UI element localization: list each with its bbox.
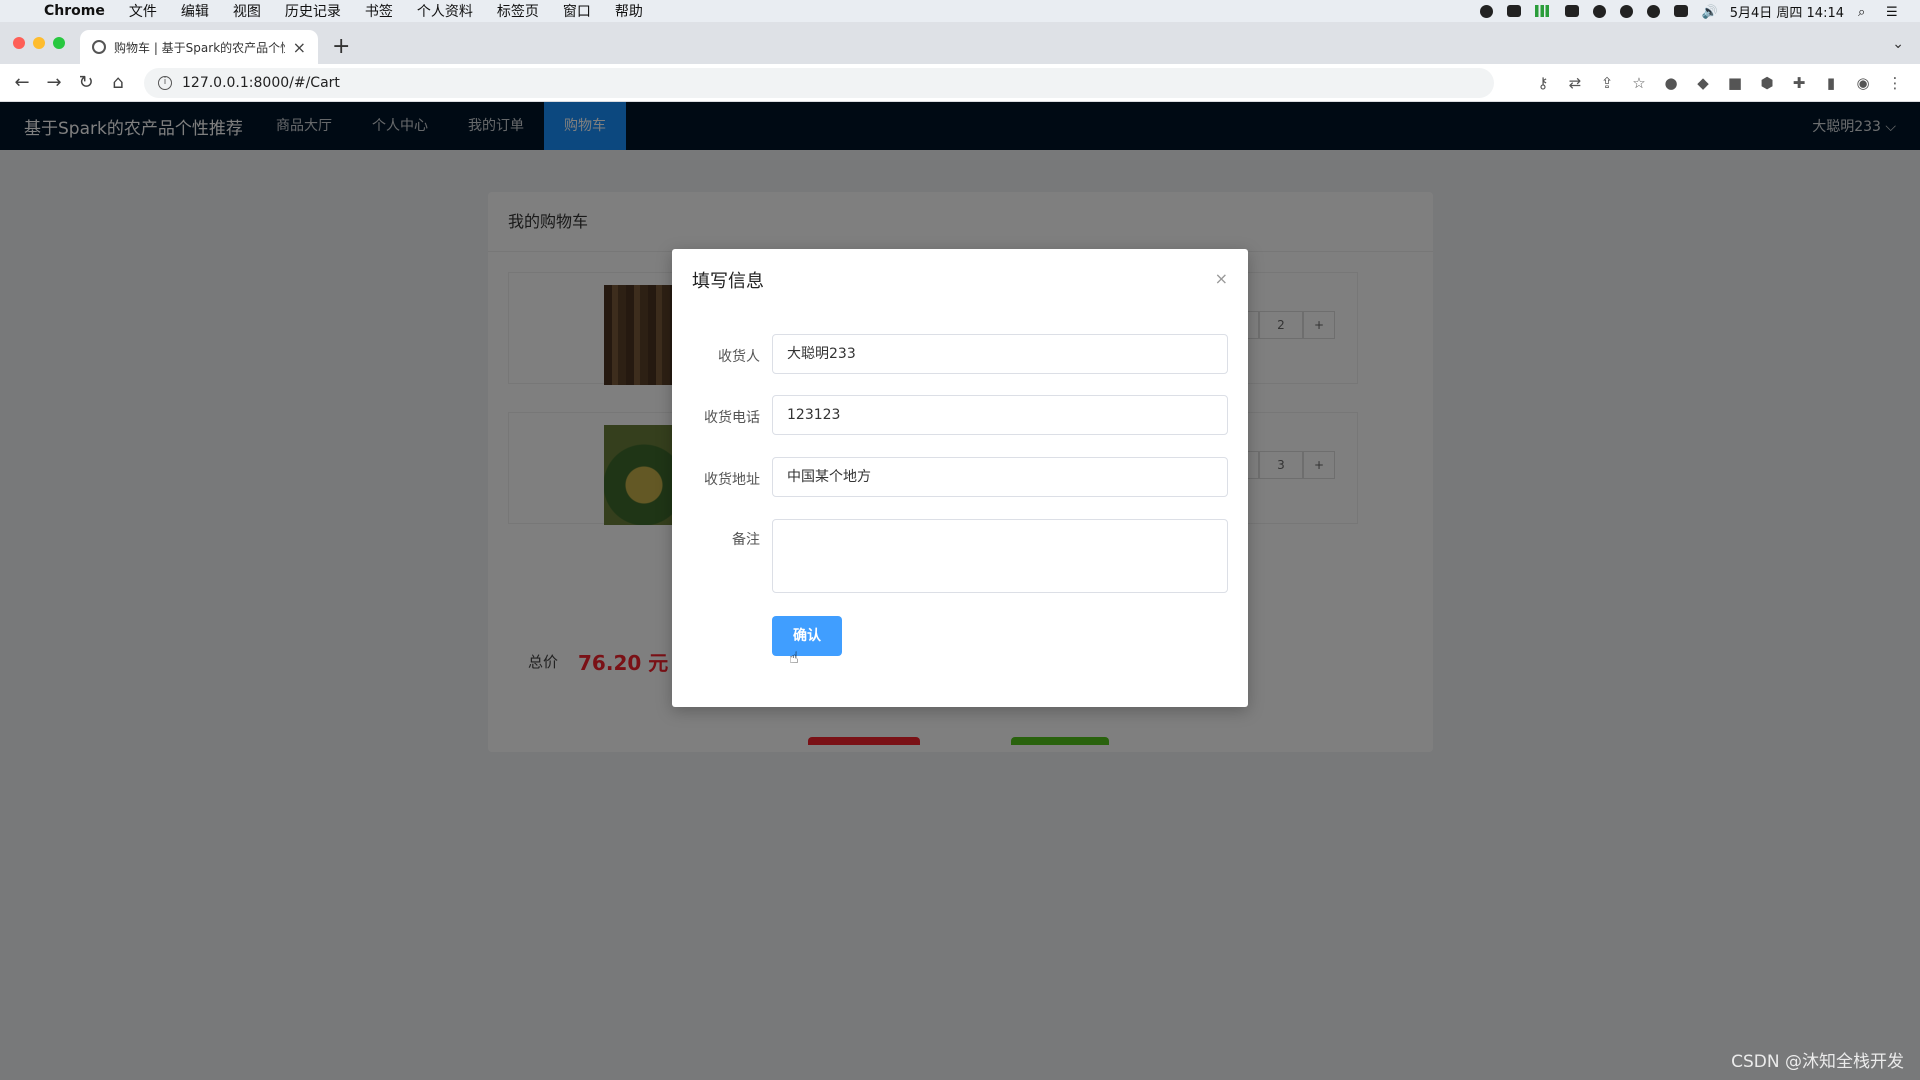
menu-edit[interactable]: 编辑 (181, 1, 209, 21)
bookmark-star-icon[interactable]: ☆ (1630, 74, 1648, 92)
browser-tab-active[interactable]: 购物车 | 基于Spark的农产品个性 × (80, 30, 318, 64)
profile-avatar-icon[interactable]: ◉ (1854, 74, 1872, 92)
close-window-button[interactable] (13, 37, 25, 49)
browser-toolbar: ← → ↻ ⌂ i 127.0.0.1:8000/#/Cart ⚷ ⇄ ⇪ ☆ … (0, 64, 1920, 102)
extension-c-icon[interactable]: ■ (1726, 74, 1744, 92)
home-icon[interactable]: ⌂ (102, 72, 134, 93)
browser-tab-strip: 购物车 | 基于Spark的农产品个性 × + ⌄ (0, 22, 1920, 64)
favicon-icon (92, 40, 106, 54)
address-url: 127.0.0.1:8000/#/Cart (182, 74, 340, 91)
menu-profile[interactable]: 个人资料 (417, 1, 473, 21)
dialog-title: 填写信息 (692, 271, 764, 292)
puzzle-extensions-icon[interactable]: ✚ (1790, 74, 1808, 92)
clock[interactable]: 5月4日 周四 14:14 (1730, 2, 1844, 21)
menu-history[interactable]: 历史记录 (285, 1, 341, 21)
menu-view[interactable]: 视图 (233, 1, 261, 21)
mac-menu-bar: Chrome 文件 编辑 视图 历史记录 书签 个人资料 标签页 窗口 帮助 🔊… (0, 0, 1920, 22)
extension-a-icon[interactable]: ● (1662, 74, 1680, 92)
menu-file[interactable]: 文件 (129, 1, 157, 21)
reload-icon[interactable]: ↻ (70, 72, 102, 93)
back-arrow-icon[interactable]: ← (6, 72, 38, 93)
footer-credit: CSDN @沐知全栈开发 (1731, 1052, 1904, 1072)
receiver-label: 收货人 (718, 349, 760, 365)
forward-arrow-icon[interactable]: → (38, 72, 70, 93)
menu-tabs[interactable]: 标签页 (497, 1, 539, 21)
control-center-icon[interactable]: ☰ (1886, 5, 1900, 20)
confirm-button[interactable]: 确认 (772, 616, 842, 656)
address-label: 收货地址 (704, 472, 760, 488)
close-icon[interactable]: × (1215, 269, 1228, 288)
translate-icon[interactable]: ⇄ (1566, 74, 1584, 92)
spotlight-search-icon[interactable]: ⌕ (1858, 5, 1872, 20)
gear-status-icon[interactable] (1479, 4, 1493, 18)
minimize-window-button[interactable] (33, 37, 45, 49)
window-controls (13, 37, 65, 49)
globe-status-icon[interactable] (1592, 4, 1606, 18)
key-icon[interactable]: ⚷ (1534, 74, 1552, 92)
phone-input[interactable]: 123123 (772, 395, 1228, 435)
phone-label: 收货电话 (704, 410, 760, 426)
extensions-area: ⚷ ⇄ ⇪ ☆ ● ◆ ■ ⬢ ✚ ▮ ◉ ⋮ (1534, 74, 1920, 92)
volume-icon[interactable]: 🔊 (1702, 5, 1718, 20)
menu-app-name[interactable]: Chrome (44, 3, 105, 19)
extension-b-icon[interactable]: ◆ (1694, 74, 1712, 92)
new-tab-icon[interactable]: + (332, 34, 350, 59)
input-method-icon[interactable] (1673, 5, 1688, 17)
address-input[interactable]: 中国某个地方 (772, 457, 1228, 497)
pointer-cursor-icon: ☝ (789, 648, 799, 667)
side-panel-icon[interactable]: ▮ (1822, 74, 1840, 92)
site-info-icon[interactable]: i (158, 75, 172, 90)
signal-icon[interactable] (1534, 5, 1551, 17)
tab-search-chevron-icon[interactable]: ⌄ (1892, 36, 1904, 52)
zoom-window-button[interactable] (53, 37, 65, 49)
more-menu-icon[interactable]: ⋮ (1886, 74, 1904, 92)
address-bar[interactable]: i 127.0.0.1:8000/#/Cart (144, 67, 1494, 98)
share-icon[interactable]: ⇪ (1598, 74, 1616, 92)
tab-title: 购物车 | 基于Spark的农产品个性 (114, 40, 285, 55)
app-status-icon[interactable] (1564, 5, 1579, 17)
note-label: 备注 (732, 532, 760, 548)
fill-info-dialog: 填写信息 × 收货人 大聪明233 收货电话 123123 收货地址 中国某个地… (672, 249, 1248, 707)
wechat-icon[interactable] (1619, 4, 1633, 18)
receiver-input[interactable]: 大聪明233 (772, 334, 1228, 374)
note-textarea[interactable] (772, 519, 1228, 593)
extension-d-icon[interactable]: ⬢ (1758, 74, 1776, 92)
close-tab-icon[interactable]: × (293, 38, 306, 57)
menu-help[interactable]: 帮助 (615, 1, 643, 21)
menu-bookmarks[interactable]: 书签 (365, 1, 393, 21)
record-status-icon[interactable] (1506, 5, 1521, 17)
wechat-alt-icon[interactable] (1646, 4, 1660, 18)
menu-window[interactable]: 窗口 (563, 1, 591, 21)
